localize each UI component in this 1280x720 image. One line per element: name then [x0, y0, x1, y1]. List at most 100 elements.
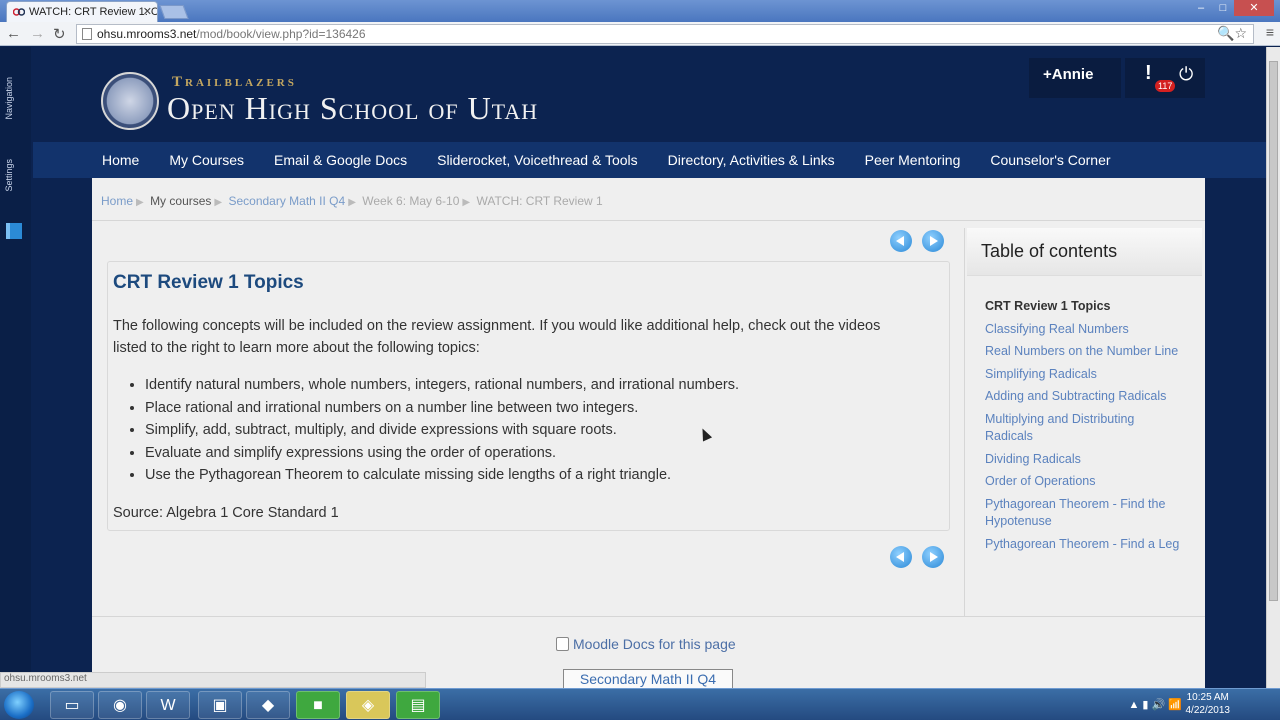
menu-item-my-courses[interactable]: My Courses	[169, 152, 244, 168]
menu-item-counselor[interactable]: Counselor's Corner	[990, 152, 1110, 168]
divider	[92, 220, 1205, 221]
windows-taskbar: ▭ ◉ W ▣ ◆ ■ ◈ ▤ ▲ ▮ 🔊 📶 10:25 AM 4/22/20…	[0, 688, 1280, 720]
window-controls: – □ ✕	[1190, 0, 1274, 18]
toc-item[interactable]: Adding and Subtracting Radicals	[985, 388, 1185, 406]
school-name[interactable]: Open High School of Utah	[167, 90, 538, 127]
maximize-button[interactable]: □	[1212, 0, 1234, 16]
menu-item-email[interactable]: Email & Google Docs	[274, 152, 407, 168]
address-bar[interactable]: ohsu.mrooms3.net/mod/book/view.php?id=13…	[76, 24, 1254, 44]
notes-taskbar-icon[interactable]: ▤	[396, 691, 440, 719]
next-chapter-bottom-icon[interactable]	[922, 546, 944, 568]
left-dock: Navigation Settings	[0, 47, 31, 687]
next-chapter-icon[interactable]	[922, 230, 944, 252]
breadcrumb-sep-icon: ▶	[214, 197, 223, 208]
clock[interactable]: 10:25 AM 4/22/2013	[1186, 691, 1231, 717]
clock-date: 4/22/2013	[1185, 705, 1231, 716]
breadcrumb-sep-icon: ▶	[348, 197, 356, 208]
footer-divider	[92, 616, 1205, 617]
tab-close-icon[interactable]: ✕	[143, 5, 152, 18]
toc-item-current: CRT Review 1 Topics	[985, 299, 1111, 313]
breadcrumb-current: WATCH: CRT Review 1	[476, 194, 603, 208]
chapter-source: Source: Algebra 1 Core Standard 1	[113, 505, 339, 521]
toc-heading: Table of contents	[967, 228, 1202, 276]
toc-item[interactable]: Classifying Real Numbers	[985, 321, 1185, 339]
start-button[interactable]	[4, 691, 34, 719]
main-content: Home ▶ My courses ▶ Secondary Math II Q4 ▶ …	[92, 178, 1205, 689]
topic-list: Identify natural numbers, whole numbers,…	[145, 374, 739, 487]
breadcrumb-home[interactable]: Home	[101, 194, 133, 208]
favicon-icon	[13, 8, 25, 16]
docs-link-label: Moodle Docs for this page	[573, 636, 736, 652]
menu-item-tools[interactable]: Sliderocket, Voicethread & Tools	[437, 152, 638, 168]
docs-info-icon	[556, 637, 569, 651]
alerts-area: ! 117 ⏻	[1125, 58, 1205, 98]
breadcrumb: Home ▶ My courses ▶ Secondary Math II Q4 ▶ …	[101, 194, 603, 208]
browser-tab-bar: WATCH: CRT Review 1: C ✕ – □ ✕	[0, 0, 1280, 22]
word-taskbar-icon[interactable]: W	[146, 691, 190, 719]
toc-item[interactable]: Pythagorean Theorem - Find a Leg	[985, 536, 1185, 554]
breadcrumb-sep-icon: ▶	[462, 197, 471, 208]
app-taskbar-icon[interactable]: ▣	[198, 691, 242, 719]
breadcrumb-course[interactable]: Secondary Math II Q4	[228, 194, 345, 208]
status-url: ohsu.mrooms3.net	[0, 672, 426, 688]
toc-item[interactable]: Simplifying Radicals	[985, 366, 1185, 384]
forward-button[interactable]: →	[30, 25, 45, 42]
breadcrumb-week[interactable]: Week 6: May 6-10	[362, 194, 459, 208]
site-header: Trailblazers Open High School of Utah +A…	[33, 56, 1266, 142]
tab-title: WATCH: CRT Review 1: C	[29, 6, 158, 18]
dock-block-icon[interactable]	[6, 223, 22, 239]
list-item: Place rational and irrational numbers on…	[145, 397, 739, 420]
explorer-taskbar-icon[interactable]: ▭	[50, 691, 94, 719]
browser-toolbar: ← → ↻ ohsu.mrooms3.net/mod/book/view.php…	[0, 22, 1280, 46]
toc-list: CRT Review 1 Topics Classifying Real Num…	[985, 298, 1185, 558]
toc-item[interactable]: Real Numbers on the Number Line	[985, 343, 1185, 361]
dock-settings[interactable]: Settings	[4, 159, 14, 192]
breadcrumb-my-courses[interactable]: My courses	[150, 194, 211, 208]
page-icon	[82, 28, 92, 40]
scrollbar-thumb[interactable]	[1269, 61, 1278, 601]
menu-item-peer-mentoring[interactable]: Peer Mentoring	[865, 152, 961, 168]
alerts-icon[interactable]: !	[1145, 62, 1152, 85]
table-of-contents: Table of contents CRT Review 1 Topics Cl…	[964, 228, 1203, 616]
menu-item-home[interactable]: Home	[102, 152, 139, 168]
menu-item-directory[interactable]: Directory, Activities & Links	[668, 152, 835, 168]
prev-chapter-bottom-icon[interactable]	[890, 546, 912, 568]
camera-taskbar-icon[interactable]: ■	[296, 691, 340, 719]
new-tab-button[interactable]	[159, 5, 189, 19]
url-host: ohsu.mrooms3.net	[97, 27, 197, 41]
clock-time: 10:25 AM	[1186, 692, 1229, 703]
alert-count-badge: 117	[1155, 80, 1176, 92]
toc-item[interactable]: Dividing Radicals	[985, 451, 1185, 469]
folder-taskbar-icon[interactable]: ◆	[246, 691, 290, 719]
header-tagline: Trailblazers	[172, 74, 297, 90]
vertical-scrollbar[interactable]	[1266, 47, 1280, 688]
close-window-button[interactable]: ✕	[1234, 0, 1274, 16]
list-item: Evaluate and simplify expressions using …	[145, 442, 739, 465]
toc-item[interactable]: Pythagorean Theorem - Find the Hypotenus…	[985, 496, 1185, 531]
chapter-title: CRT Review 1 Topics	[113, 272, 304, 293]
logout-icon[interactable]: ⏻	[1179, 64, 1193, 85]
zoom-bookmark-icons[interactable]: 🔍☆	[1217, 25, 1247, 42]
wrench-menu-icon[interactable]: ≡	[1266, 24, 1274, 40]
prev-chapter-icon[interactable]	[890, 230, 912, 252]
minimize-button[interactable]: –	[1190, 0, 1212, 16]
user-name: +Annie	[1043, 66, 1094, 83]
chapter-intro: The following concepts will be included …	[113, 318, 881, 356]
dock-navigation[interactable]: Navigation	[4, 77, 14, 120]
list-item: Use the Pythagorean Theorem to calculate…	[145, 464, 739, 487]
browser-tab[interactable]: WATCH: CRT Review 1: C ✕	[6, 1, 158, 22]
back-button[interactable]: ←	[6, 25, 21, 42]
reload-button[interactable]: ↻	[53, 25, 66, 43]
breadcrumb-sep-icon: ▶	[136, 197, 144, 208]
security-taskbar-icon[interactable]: ◈	[346, 691, 390, 719]
course-link-button[interactable]: Secondary Math II Q4	[563, 669, 733, 689]
chrome-taskbar-icon[interactable]: ◉	[98, 691, 142, 719]
school-seal-logo[interactable]	[101, 72, 159, 130]
user-menu[interactable]: +Annie	[1029, 58, 1121, 98]
moodle-docs-link[interactable]: Moodle Docs for this page	[556, 636, 736, 652]
tray-icons[interactable]: ▲ ▮ 🔊 📶	[1128, 698, 1182, 711]
toc-item[interactable]: Order of Operations	[985, 473, 1185, 491]
list-item: Simplify, add, subtract, multiply, and d…	[145, 419, 739, 442]
book-chapter: CRT Review 1 Topics The following concep…	[107, 261, 950, 531]
toc-item[interactable]: Multiplying and Distributing Radicals	[985, 411, 1185, 446]
